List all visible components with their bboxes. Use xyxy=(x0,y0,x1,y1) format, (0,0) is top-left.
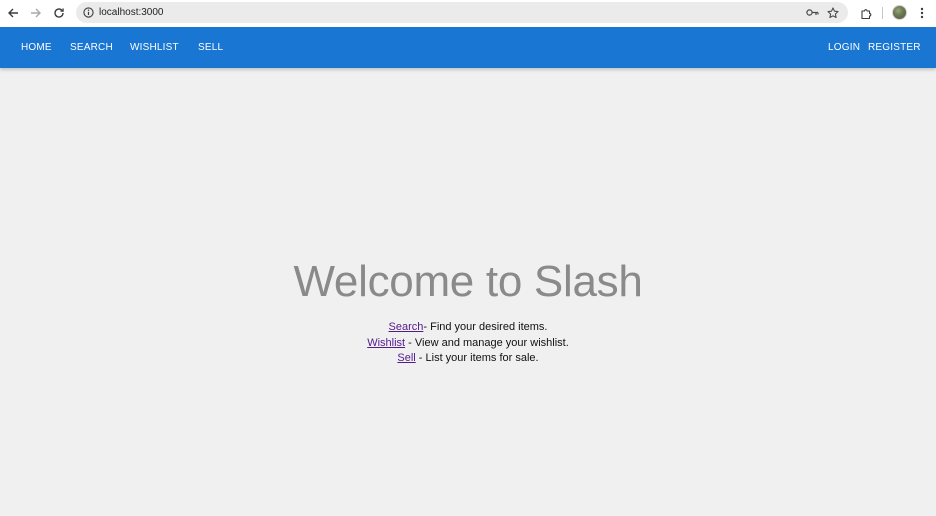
back-button[interactable] xyxy=(4,4,22,22)
reload-button[interactable] xyxy=(50,4,68,22)
info-icon[interactable] xyxy=(82,6,95,19)
app-bar: HOME SEARCH WISHLIST SELL LOGIN REGISTER xyxy=(0,27,936,68)
forward-button[interactable] xyxy=(27,4,45,22)
puzzle-icon[interactable] xyxy=(857,4,875,22)
wishlist-description: - View and manage your wishlist. xyxy=(405,336,569,349)
page-title: Welcome to Slash xyxy=(293,257,643,306)
kebab-menu-icon[interactable] xyxy=(913,4,931,22)
search-description: - Find your desired items. xyxy=(423,321,548,333)
feature-line-wishlist: Wishlist - View and manage your wishlist… xyxy=(0,336,936,352)
sell-link[interactable]: Sell xyxy=(397,352,415,364)
reload-icon xyxy=(54,8,64,18)
arrow-left-icon xyxy=(8,8,18,18)
arrow-right-icon xyxy=(31,8,41,18)
star-icon[interactable] xyxy=(825,5,840,20)
avatar[interactable] xyxy=(892,5,907,20)
feature-line-sell: Sell - List your items for sale. xyxy=(0,351,936,367)
key-icon[interactable] xyxy=(805,5,820,20)
sell-description: - List your items for sale. xyxy=(415,352,539,364)
feature-line-search: Search- Find your desired items. xyxy=(0,320,936,336)
wishlist-link[interactable]: Wishlist xyxy=(367,337,405,349)
nav-sell[interactable]: SELL xyxy=(198,27,223,68)
feature-list: Search- Find your desired items. Wishlis… xyxy=(0,320,936,367)
nav-search[interactable]: SEARCH xyxy=(70,27,113,68)
nav-register[interactable]: REGISTER xyxy=(868,27,921,68)
nav-home[interactable]: HOME xyxy=(21,27,52,68)
toolbar-divider xyxy=(882,7,883,19)
url-text[interactable]: localhost:3000 xyxy=(99,5,164,20)
nav-wishlist[interactable]: WISHLIST xyxy=(130,27,179,68)
browser-toolbar: localhost:3000 xyxy=(0,0,936,27)
address-bar[interactable]: localhost:3000 xyxy=(76,2,848,23)
hero-section: Welcome to Slash Search- Find your desir… xyxy=(0,252,936,367)
nav-login[interactable]: LOGIN xyxy=(828,27,860,68)
search-link[interactable]: Search xyxy=(389,321,424,333)
